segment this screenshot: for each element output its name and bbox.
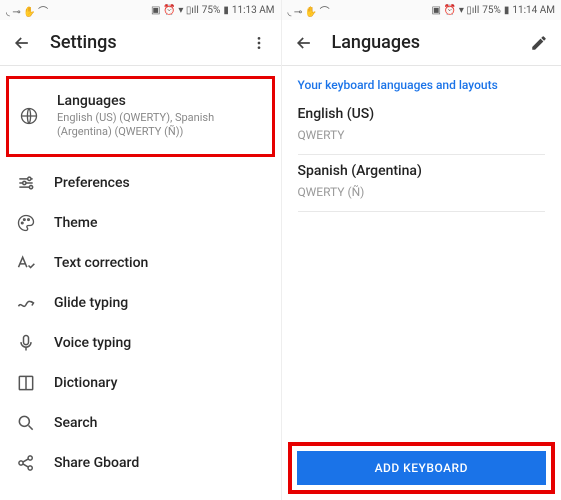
highlight-languages: Languages English (US) (QWERTY), Spanish… [6, 76, 275, 157]
status-right: ▣ ⏰ ▾ ▯ıll 75% ▮ 11:13 AM [151, 5, 274, 16]
sliders-icon [16, 173, 36, 193]
back-icon[interactable] [10, 31, 34, 55]
row-title: Text correction [54, 255, 267, 271]
settings-list: Languages English (US) (QWERTY), Spanish… [0, 66, 281, 500]
row-glide-typing[interactable]: Glide typing [0, 283, 281, 323]
row-search[interactable]: Search [0, 403, 281, 443]
status-left: ◟ ⊸ ✋ ⌒ [6, 3, 48, 18]
row-theme[interactable]: Theme [0, 203, 281, 243]
share-icon [16, 453, 36, 473]
battery-pct: 75% [202, 5, 221, 16]
row-voice-typing[interactable]: Voice typing [0, 323, 281, 363]
palette-icon [16, 213, 36, 233]
row-dictionary[interactable]: Dictionary [0, 363, 281, 403]
overflow-icon[interactable] [247, 31, 271, 55]
row-title: Theme [54, 215, 267, 231]
status-left: ◟ ⊸ ✋ ⌒ [288, 3, 330, 18]
row-title: Languages [57, 93, 254, 109]
highlight-add-keyboard: ADD KEYBOARD [288, 442, 556, 494]
page-title: Languages [332, 32, 512, 53]
lang-layout: QWERTY (Ñ) [298, 185, 546, 199]
edit-icon[interactable] [527, 31, 551, 55]
book-icon [16, 373, 36, 393]
mic-icon [16, 333, 36, 353]
textcheck-icon [16, 253, 36, 273]
wifi-icon: ▾ ▯ıll [459, 5, 479, 16]
section-header: Your keyboard languages and layouts [282, 66, 561, 98]
battery-pct: 75% [482, 5, 501, 16]
lang-name: English (US) [298, 106, 546, 122]
language-item-spanish[interactable]: Spanish (Argentina) QWERTY (Ñ) [282, 155, 561, 211]
status-bar: ◟ ⊸ ✋ ⌒ ▣ ⏰ ▾ ▯ıll 75% ▮ 11:14 AM [282, 0, 561, 20]
row-title: Preferences [54, 175, 267, 191]
status-time: 11:14 AM [512, 5, 555, 16]
status-right: ▣ ⏰ ▾ ▯ıll 75% ▮ 11:14 AM [432, 5, 555, 16]
row-title: Voice typing [54, 335, 267, 351]
status-time: 11:13 AM [232, 5, 275, 16]
row-share-gboard[interactable]: Share Gboard [0, 443, 281, 483]
lang-layout: QWERTY [298, 128, 546, 142]
row-title: Dictionary [54, 375, 267, 391]
wifi-icon: ▾ ▯ıll [178, 5, 198, 16]
language-item-english[interactable]: English (US) QWERTY [282, 98, 561, 154]
alarm-icon: ▣ ⏰ [432, 5, 456, 16]
row-title: Glide typing [54, 295, 267, 311]
settings-panel: ◟ ⊸ ✋ ⌒ ▣ ⏰ ▾ ▯ıll 75% ▮ 11:13 AM Settin… [0, 0, 281, 500]
divider [298, 211, 546, 212]
row-title: Share Gboard [54, 455, 267, 471]
globe-icon [19, 106, 39, 126]
page-title: Settings [50, 32, 231, 53]
glide-icon [16, 293, 36, 313]
add-keyboard-button[interactable]: ADD KEYBOARD [297, 451, 547, 485]
languages-panel: ◟ ⊸ ✋ ⌒ ▣ ⏰ ▾ ▯ıll 75% ▮ 11:14 AM Langua… [281, 0, 561, 500]
row-preferences[interactable]: Preferences [0, 163, 281, 203]
alarm-icon: ▣ ⏰ [151, 5, 175, 16]
row-languages[interactable]: Languages English (US) (QWERTY), Spanish… [19, 83, 268, 150]
app-bar: Languages [282, 20, 561, 66]
search-icon [16, 413, 36, 433]
battery-icon: ▮ [504, 5, 510, 16]
lang-name: Spanish (Argentina) [298, 163, 546, 179]
row-title: Search [54, 415, 267, 431]
row-sub: English (US) (QWERTY), Spanish (Argentin… [57, 111, 254, 140]
back-icon[interactable] [292, 31, 316, 55]
status-bar: ◟ ⊸ ✋ ⌒ ▣ ⏰ ▾ ▯ıll 75% ▮ 11:13 AM [0, 0, 281, 20]
battery-icon: ▮ [223, 5, 229, 16]
app-bar: Settings [0, 20, 281, 66]
row-text-correction[interactable]: Text correction [0, 243, 281, 283]
